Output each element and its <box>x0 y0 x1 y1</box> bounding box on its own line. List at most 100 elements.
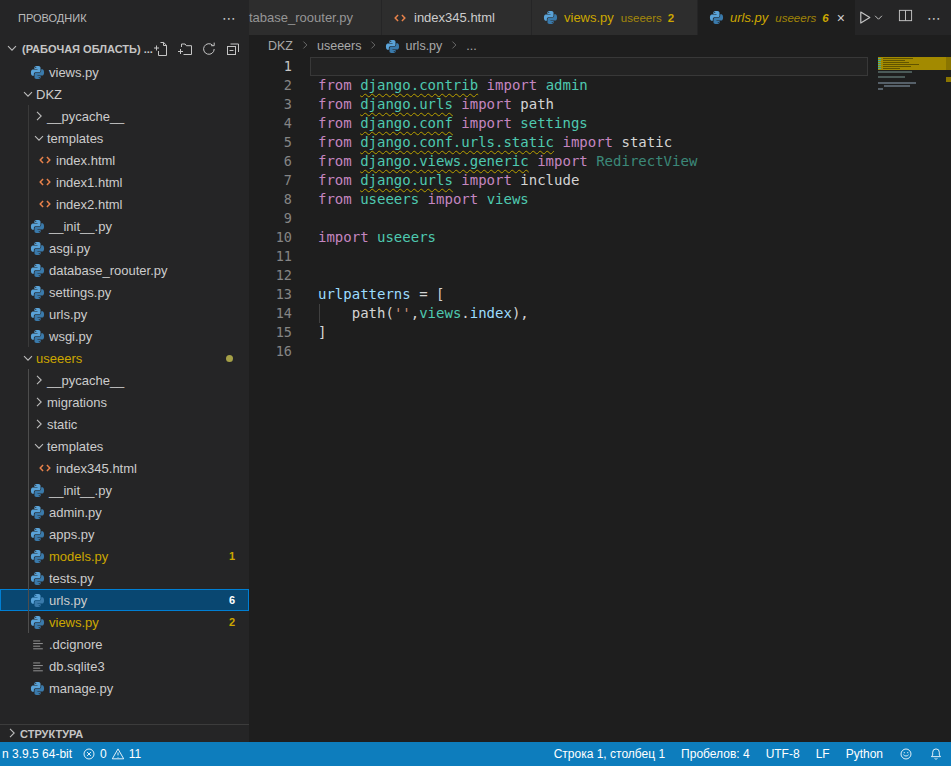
tree-file-database_roouter.py[interactable]: database_roouter.py <box>0 259 249 281</box>
tab-views.py[interactable]: views.pyuseeers2 <box>532 0 698 35</box>
breadcrumb-item-DKZ[interactable]: DKZ <box>268 39 293 53</box>
file-label: templates <box>47 131 103 146</box>
indentation-status[interactable]: Пробелов: 4 <box>681 747 750 761</box>
problems-badge: 2 <box>229 616 235 628</box>
encoding-status[interactable]: UTF-8 <box>766 747 800 761</box>
python-icon <box>30 615 45 630</box>
python-interpreter-status[interactable]: n 3.9.5 64-bit <box>2 747 72 761</box>
code-line-13[interactable]: 13urlpatterns = [ <box>249 285 951 304</box>
tree-file-index1.html[interactable]: index1.html <box>0 171 249 193</box>
more-actions-icon[interactable]: ⋯ <box>927 10 942 26</box>
code-line-12[interactable]: 12 <box>249 266 951 285</box>
code-line-2[interactable]: 2from django.contrib import admin <box>249 76 951 95</box>
code-line-15[interactable]: 15] <box>249 323 951 342</box>
tab-urls.py[interactable]: urls.pyuseeers6× <box>698 0 856 35</box>
tab-tabase_roouter.py[interactable]: tabase_roouter.py <box>249 0 382 35</box>
tab-label: views.py <box>564 10 614 25</box>
tree-folder-migrations[interactable]: migrations <box>0 391 249 413</box>
line-content: path('',views.index), <box>318 304 529 323</box>
code-line-3[interactable]: 3from django.urls import path <box>249 95 951 114</box>
tree-file-apps.py[interactable]: apps.py <box>0 523 249 545</box>
eol-status[interactable]: LF <box>816 747 830 761</box>
new-file-icon[interactable] <box>153 41 169 57</box>
line-content: from useeers import views <box>318 190 529 209</box>
tree-file-__init__.py[interactable]: __init__.py <box>0 215 249 237</box>
breadcrumb-label: DKZ <box>268 39 293 53</box>
workspace-section-header[interactable]: (РАБОЧАЯ ОБЛАСТЬ) ... <box>0 36 249 61</box>
chevron-down-icon <box>31 438 47 454</box>
tree-file-asgi.py[interactable]: asgi.py <box>0 237 249 259</box>
tab-description: useeers <box>621 12 662 24</box>
tree-folder-useeers[interactable]: useeers <box>0 347 249 369</box>
code-editor[interactable]: 12from django.contrib import admin3from … <box>249 57 951 361</box>
line-content: from django.urls import path <box>318 95 554 114</box>
tree-file-manage.py[interactable]: manage.py <box>0 677 249 699</box>
file-label: apps.py <box>49 527 95 542</box>
feedback-button[interactable] <box>899 747 913 761</box>
tree-file-settings.py[interactable]: settings.py <box>0 281 249 303</box>
code-line-9[interactable]: 9 <box>249 209 951 228</box>
file-label: DKZ <box>36 87 62 102</box>
tree-file-views.py[interactable]: views.py2 <box>0 611 249 633</box>
html-icon <box>37 461 52 476</box>
tree-file-__init__.py[interactable]: __init__.py <box>0 479 249 501</box>
tree-file-index345.html[interactable]: index345.html <box>0 457 249 479</box>
code-line-8[interactable]: 8from useeers import views <box>249 190 951 209</box>
tree-folder-templates[interactable]: templates <box>0 435 249 457</box>
breadcrumb-item-urls.py[interactable]: urls.py <box>385 39 442 54</box>
code-line-10[interactable]: 10import useeers <box>249 228 951 247</box>
code-line-6[interactable]: 6from django.views.generic import Redire… <box>249 152 951 171</box>
code-line-5[interactable]: 5from django.conf.urls.static import sta… <box>249 133 951 152</box>
tree-file-models.py[interactable]: models.py1 <box>0 545 249 567</box>
tree-file-wsgi.py[interactable]: wsgi.py <box>0 325 249 347</box>
line-number: 13 <box>249 285 292 304</box>
refresh-icon[interactable] <box>201 41 217 57</box>
code-line-14[interactable]: 14 path('',views.index), <box>249 304 951 323</box>
warning-icon <box>111 747 125 761</box>
notifications-bell[interactable] <box>929 747 943 761</box>
tree-folder-static[interactable]: static <box>0 413 249 435</box>
tree-folder-__pycache__[interactable]: __pycache__ <box>0 369 249 391</box>
python-icon <box>30 65 45 80</box>
tree-file-db.sqlite3[interactable]: db.sqlite3 <box>0 655 249 677</box>
collapse-all-icon[interactable] <box>225 41 241 57</box>
breadcrumb-item-useeers[interactable]: useeers <box>317 39 361 53</box>
tree-file-views.py[interactable]: views.py <box>0 61 249 83</box>
tree-file-index2.html[interactable]: index2.html <box>0 193 249 215</box>
split-editor-icon[interactable] <box>898 8 913 27</box>
tab-label: tabase_roouter.py <box>249 10 353 25</box>
code-line-16[interactable]: 16 <box>249 342 951 361</box>
cursor-position-status[interactable]: Строка 1, столбец 1 <box>554 747 665 761</box>
outline-section-header[interactable]: СТРУКТУРА <box>0 724 249 742</box>
explorer-more-icon[interactable]: ⋯ <box>222 10 237 26</box>
code-line-4[interactable]: 4from django.conf import settings <box>249 114 951 133</box>
chevron-right-icon <box>31 394 47 410</box>
problems-status[interactable]: 011 <box>82 747 141 761</box>
tree-file-urls.py[interactable]: urls.py6 <box>0 589 249 611</box>
line-content: from django.views.generic import Redirec… <box>318 152 697 171</box>
tab-index345.html[interactable]: index345.html <box>382 0 532 35</box>
tree-file-index.html[interactable]: index.html <box>0 149 249 171</box>
code-line-7[interactable]: 7from django.urls import include <box>249 171 951 190</box>
tree-file-admin.py[interactable]: admin.py <box>0 501 249 523</box>
python-icon <box>30 219 45 234</box>
tab-label: index345.html <box>414 10 495 25</box>
html-icon <box>37 175 52 190</box>
python-icon <box>30 241 45 256</box>
code-line-1[interactable]: 1 <box>249 57 951 76</box>
new-folder-icon[interactable] <box>177 41 193 57</box>
status-bar: n 3.9.5 64-bit 011 Строка 1, столбец 1 Проб… <box>0 742 951 766</box>
tree-file-urls.py[interactable]: urls.py <box>0 303 249 325</box>
tree-folder-DKZ[interactable]: DKZ <box>0 83 249 105</box>
language-mode-status[interactable]: Python <box>846 747 883 761</box>
python-icon <box>385 39 400 54</box>
tree-folder-__pycache__[interactable]: __pycache__ <box>0 105 249 127</box>
code-line-11[interactable]: 11 <box>249 247 951 266</box>
tree-folder-templates[interactable]: templates <box>0 127 249 149</box>
tree-file-.dcignore[interactable]: .dcignore <box>0 633 249 655</box>
breadcrumb: DKZ useeers urls.py... <box>249 35 951 57</box>
close-icon[interactable]: × <box>837 10 845 26</box>
run-button[interactable] <box>856 9 884 26</box>
tree-file-tests.py[interactable]: tests.py <box>0 567 249 589</box>
breadcrumb-item-...[interactable]: ... <box>466 39 476 53</box>
